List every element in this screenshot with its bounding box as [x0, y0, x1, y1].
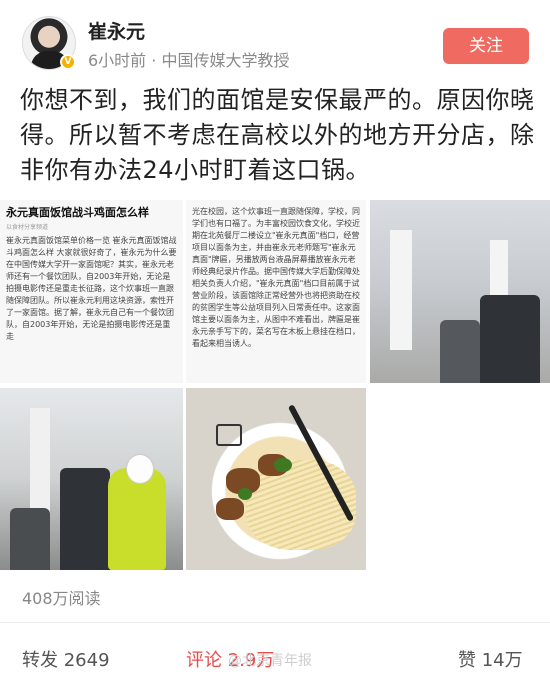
noodle-bowl-photo[interactable]	[186, 388, 366, 570]
username[interactable]: 崔永元	[88, 17, 145, 44]
canteen-photo[interactable]	[370, 200, 550, 383]
verified-icon: V	[60, 54, 76, 70]
article-screenshot-1[interactable]: 永元真面饭馆战斗鸡面怎么样 以食材分享频道 崔永元真面饭馆菜单价格一览 崔永元真…	[0, 200, 183, 383]
meat	[216, 498, 244, 520]
watermark: @北京青年报	[228, 653, 312, 669]
crowd	[480, 295, 540, 383]
pillar	[390, 230, 412, 350]
divider	[0, 622, 550, 623]
post-meta: 6小时前 · 中国传媒大学教授	[88, 51, 290, 70]
follow-button[interactable]: 关注	[443, 28, 529, 64]
crowd	[60, 468, 110, 570]
image-grid: 永元真面饭馆战斗鸡面怎么样 以食材分享频道 崔永元真面饭馆菜单价格一览 崔永元真…	[0, 200, 550, 570]
article-body: 光在校园，这个炊事班一直跟随保障，学校，同学们也有口福了。为丰富校园饮食文化，学…	[192, 207, 360, 348]
bowl-logo-icon	[216, 424, 242, 446]
smiley-face-icon	[126, 454, 154, 484]
article-screenshot-2[interactable]: 光在校园，这个炊事班一直跟随保障，学校，同学们也有口福了。为丰富校园饮食文化，学…	[186, 200, 366, 383]
article-body: 崔永元真面饭馆菜单价格一览 崔永元真面饭馆战斗鸡面怎么样 大家就很好奇了，崔永元…	[6, 236, 177, 341]
herb	[274, 458, 292, 472]
read-count: 408万阅读	[22, 589, 101, 608]
herb	[238, 488, 252, 500]
article-source: 以食材分享频道	[6, 224, 49, 231]
repost-button[interactable]: 转发 2649	[22, 646, 110, 672]
post-header: V 崔永元 6小时前 · 中国传媒大学教授 关注	[0, 0, 550, 80]
like-button[interactable]: 赞 14万	[458, 646, 523, 672]
article-title: 永元真面饭馆战斗鸡面怎么样	[6, 206, 149, 219]
pillar	[30, 408, 50, 518]
crowd	[440, 320, 480, 383]
crowd	[10, 508, 50, 570]
queue-photo[interactable]	[0, 388, 183, 570]
post-text: 你想不到，我们的面馆是安保最严的。原因你晓得。所以暂不考虑在高校以外的地方开分店…	[20, 86, 535, 184]
